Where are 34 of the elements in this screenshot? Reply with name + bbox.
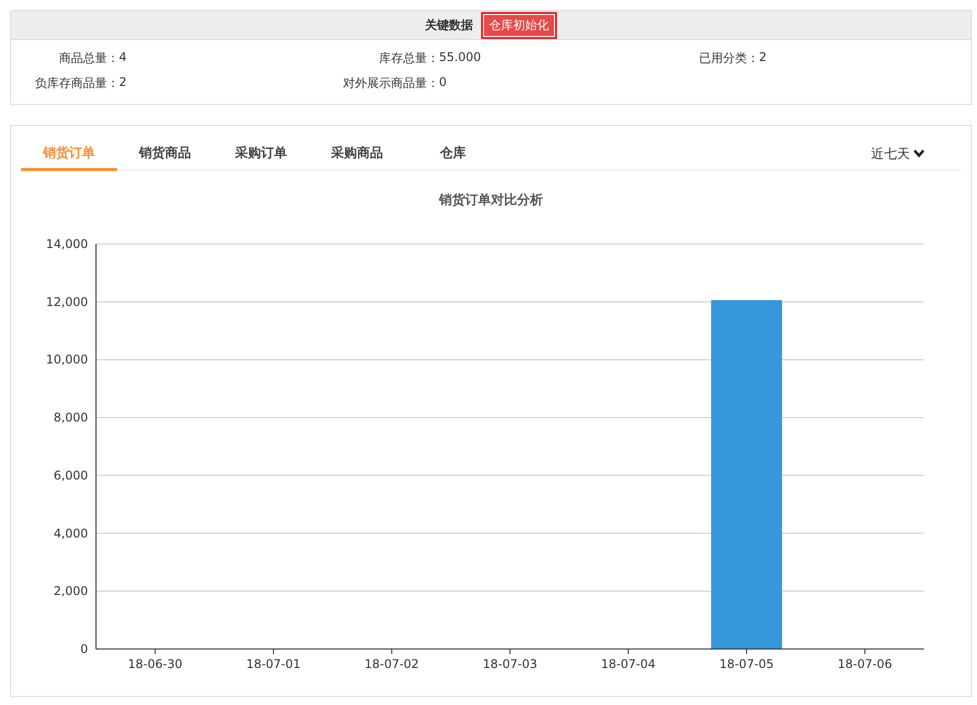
- y-tick-label: 14,000: [46, 237, 88, 251]
- x-tick-label: 18-07-01: [246, 657, 301, 671]
- y-tick-label: 6,000: [54, 468, 88, 482]
- x-tick-label: 18-07-05: [719, 657, 774, 671]
- y-tick-label: 8,000: [54, 410, 88, 425]
- chart-title: 销货订单对比分析: [438, 192, 544, 209]
- y-tick-label: 10,000: [46, 352, 88, 367]
- x-tick-label: 18-07-03: [482, 657, 538, 671]
- stat-label: 负库存商品量：: [34, 75, 119, 92]
- x-tick-label: 18-07-04: [601, 657, 656, 671]
- stat-label: 对外展示商品量：: [342, 75, 439, 92]
- y-tick-label: 4,000: [54, 526, 88, 540]
- x-tick-label: 18-07-06: [838, 657, 892, 671]
- tab[interactable]: 采购商品: [309, 138, 405, 171]
- y-tick-label: 12,000: [46, 294, 88, 309]
- chevron-down-icon: [913, 149, 925, 158]
- y-tick-label: 2,000: [54, 584, 88, 598]
- stat-label: 库存总量：: [378, 50, 439, 67]
- init-warehouse-button[interactable]: 仓库初始化: [481, 12, 557, 38]
- stat-value: 55.000: [439, 50, 481, 66]
- period-dropdown[interactable]: 近七天: [865, 138, 931, 169]
- stat-value: 2: [119, 75, 127, 91]
- stat-value: 4: [119, 50, 127, 66]
- stat-value: 0: [439, 75, 447, 91]
- x-tick-label: 18-06-30: [128, 657, 182, 671]
- tab[interactable]: 采购订单: [213, 138, 309, 171]
- x-tick-label: 18-07-02: [364, 657, 419, 671]
- section-title: 关键数据: [425, 16, 473, 34]
- tab[interactable]: 仓库: [405, 138, 501, 171]
- stat-label: 商品总量：: [58, 50, 119, 67]
- y-tick-label: 0: [80, 642, 88, 656]
- stat-value: 2: [759, 50, 767, 66]
- tab[interactable]: 销货商品: [117, 138, 213, 171]
- stat-label: 已用分类：: [698, 50, 759, 67]
